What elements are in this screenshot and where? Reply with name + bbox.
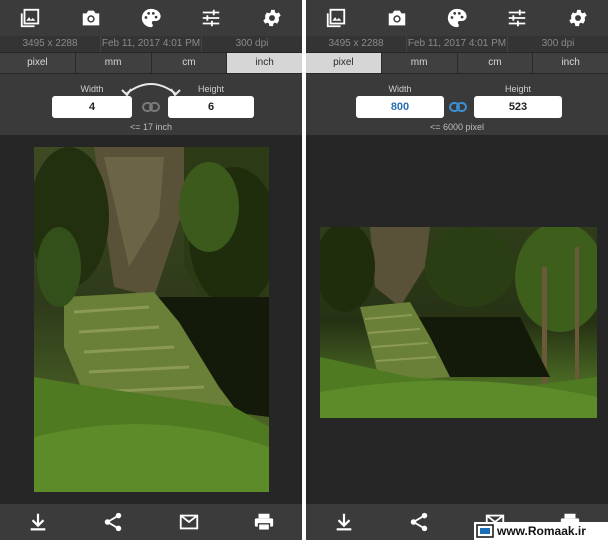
panel-pixel-mode: 3495 x 2288 Feb 11, 2017 4:01 PM 300 dpi… <box>306 0 608 540</box>
mail-icon[interactable] <box>177 510 201 534</box>
camera-icon[interactable] <box>385 6 409 30</box>
link-icon[interactable] <box>449 100 467 114</box>
size-panel: Width Height 4 6 <= 17 inch <box>0 74 302 135</box>
sliders-icon[interactable] <box>505 6 529 30</box>
palette-icon[interactable] <box>445 6 469 30</box>
watermark-logo-icon <box>476 524 494 538</box>
top-toolbar <box>0 0 302 36</box>
height-label: Height <box>197 84 224 94</box>
download-icon[interactable] <box>26 510 50 534</box>
size-panel: Width Height 800 523 <= 6000 pixel <box>306 74 608 135</box>
unit-inch[interactable]: inch <box>227 53 302 73</box>
unit-cm[interactable]: cm <box>152 53 228 73</box>
unit-cm[interactable]: cm <box>458 53 534 73</box>
photo-preview-portrait <box>34 147 269 492</box>
share-icon[interactable] <box>101 510 125 534</box>
height-label: Height <box>504 84 531 94</box>
height-input[interactable]: 523 <box>474 96 562 118</box>
gallery-icon[interactable] <box>18 6 42 30</box>
capture-date: Feb 11, 2017 4:01 PM <box>101 36 202 52</box>
panel-inch-mode: 3495 x 2288 Feb 11, 2017 4:01 PM 300 dpi… <box>0 0 302 540</box>
top-toolbar <box>306 0 608 36</box>
height-input[interactable]: 6 <box>168 96 254 118</box>
print-icon[interactable] <box>252 510 276 534</box>
width-input[interactable]: 4 <box>52 96 132 118</box>
image-info-bar: 3495 x 2288 Feb 11, 2017 4:01 PM 300 dpi <box>0 36 302 52</box>
dpi-value: 300 dpi <box>235 38 269 49</box>
gallery-icon[interactable] <box>324 6 348 30</box>
unit-selector: pixel mm cm inch <box>306 53 608 73</box>
sliders-icon[interactable] <box>199 6 223 30</box>
download-icon[interactable] <box>332 510 356 534</box>
image-info-bar: 3495 x 2288 Feb 11, 2017 4:01 PM 300 dpi <box>306 36 608 52</box>
watermark-text: www.Romaak.ir <box>497 524 586 538</box>
gear-icon[interactable] <box>566 6 590 30</box>
unit-pixel[interactable]: pixel <box>0 53 76 73</box>
link-icon[interactable] <box>142 100 160 114</box>
size-limit-text: <= 6000 pixel <box>429 122 485 132</box>
size-limit-text: <= 17 inch <box>129 122 173 132</box>
unit-mm[interactable]: mm <box>76 53 152 73</box>
width-input[interactable]: 800 <box>356 96 444 118</box>
unit-mm[interactable]: mm <box>382 53 458 73</box>
capture-date: Feb 11, 2017 4:01 PM <box>407 36 508 52</box>
palette-icon[interactable] <box>139 6 163 30</box>
gear-icon[interactable] <box>260 6 284 30</box>
bottom-toolbar <box>0 504 302 540</box>
share-icon[interactable] <box>407 510 431 534</box>
width-label: Width <box>388 84 412 94</box>
unit-pixel[interactable]: pixel <box>306 53 382 73</box>
photo-preview-landscape <box>320 227 597 418</box>
width-label: Width <box>80 84 104 94</box>
camera-icon[interactable] <box>79 6 103 30</box>
watermark: www.Romaak.ir <box>474 522 608 540</box>
unit-inch[interactable]: inch <box>533 53 608 73</box>
pixel-dimensions: 3495 x 2288 <box>306 36 407 52</box>
pixel-dimensions: 3495 x 2288 <box>0 36 101 52</box>
dpi-value: 300 dpi <box>541 38 575 49</box>
unit-selector: pixel mm cm inch <box>0 53 302 73</box>
